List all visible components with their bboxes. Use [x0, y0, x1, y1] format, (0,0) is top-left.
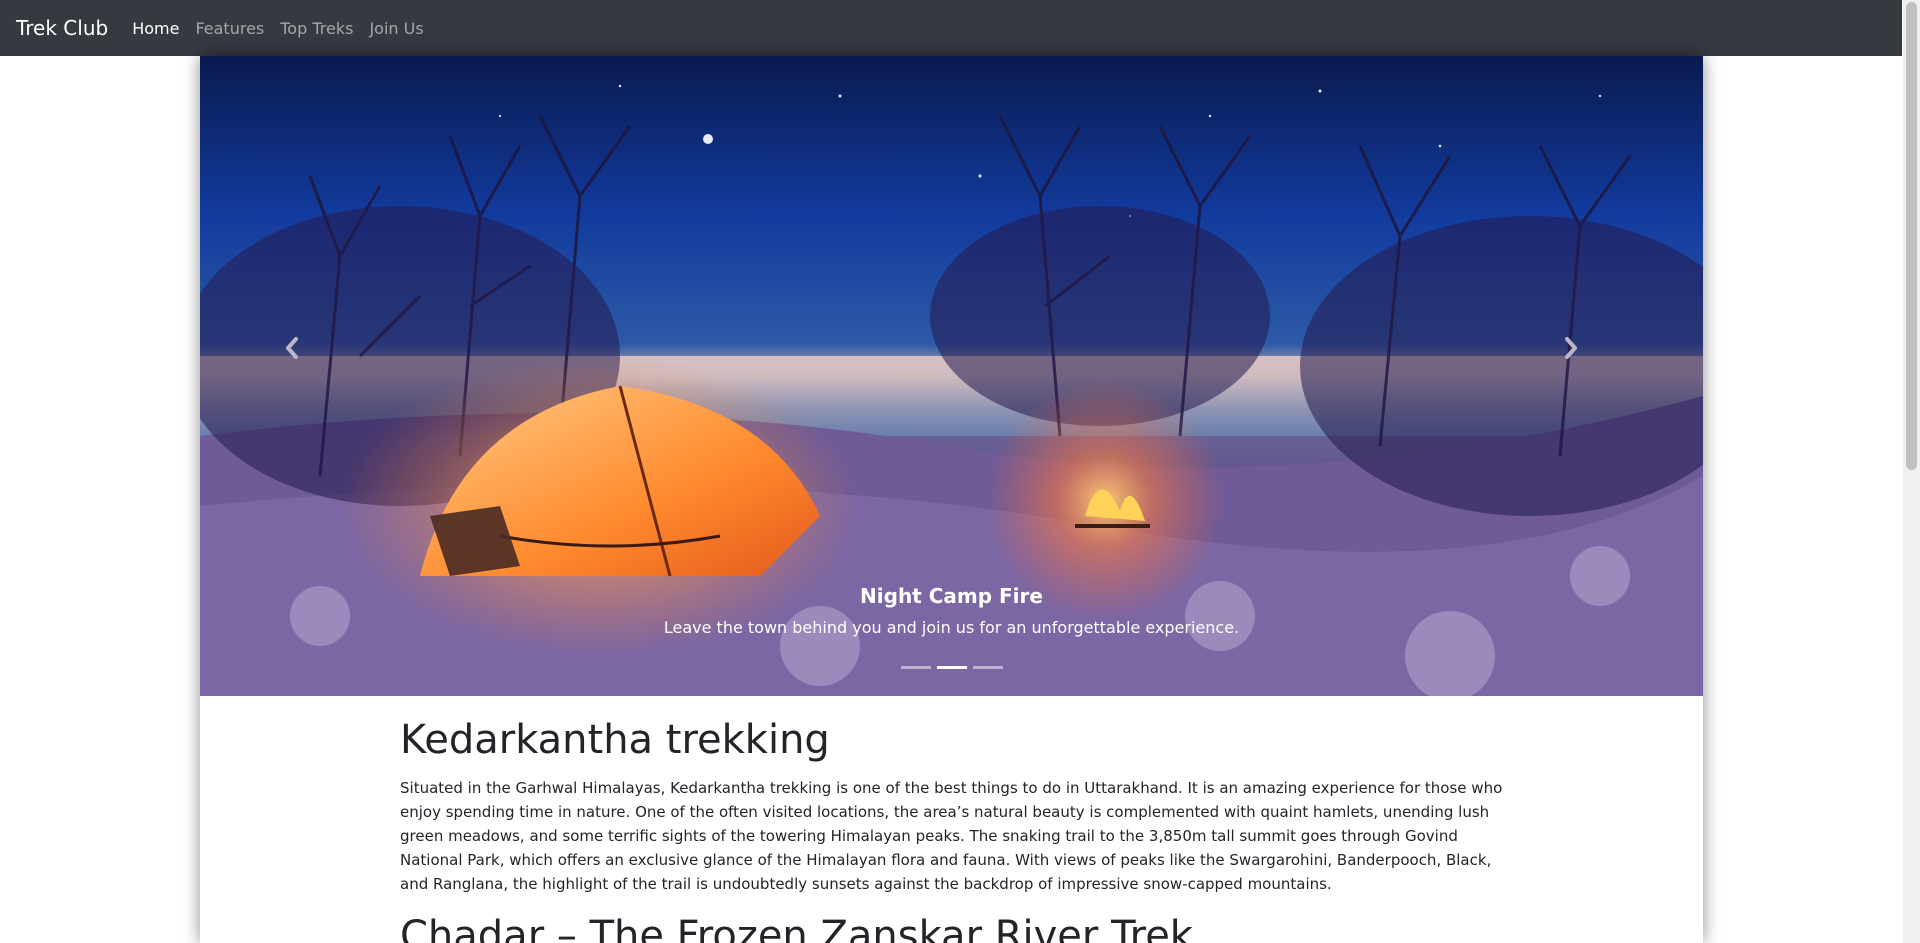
trek-description-kedarkantha: Situated in the Garhwal Himalayas, Kedar… — [400, 779, 1503, 893]
trek-heading-chadar: Chadar – The Frozen Zanskar River Trek — [400, 913, 1193, 943]
nav-link-join-us[interactable]: Join Us — [369, 19, 423, 38]
navbar: Trek Club Home Features Top Treks Join U… — [0, 0, 1902, 56]
brand-link[interactable]: Trek Club — [16, 16, 108, 40]
nav-link-features[interactable]: Features — [195, 19, 264, 38]
nav-link-top-treks[interactable]: Top Treks — [280, 19, 353, 38]
scrollbar-thumb[interactable] — [1906, 2, 1917, 470]
carousel-indicator-3[interactable] — [972, 666, 1003, 669]
trek-heading-kedarkantha: Kedarkantha trekking — [400, 717, 830, 763]
carousel-indicator-2[interactable] — [936, 666, 967, 669]
carousel-caption-title: Night Camp Fire — [860, 584, 1043, 608]
carousel-caption: Night Camp Fire Leave the town behind yo… — [200, 584, 1703, 637]
content-section: Kedarkantha trekking Situated in the Gar… — [400, 716, 1503, 943]
nav-link-home[interactable]: Home — [132, 19, 179, 38]
carousel-caption-text: Leave the town behind you and join us fo… — [663, 618, 1240, 637]
main-container: Night Camp Fire Leave the town behind yo… — [200, 56, 1703, 943]
carousel-indicators — [200, 666, 1703, 669]
page-scrollbar[interactable] — [1903, 0, 1920, 943]
carousel-indicator-1[interactable] — [900, 666, 931, 669]
carousel: Night Camp Fire Leave the town behind yo… — [200, 56, 1703, 696]
carousel-next-button[interactable] — [1561, 336, 1621, 416]
carousel-prev-button[interactable] — [282, 336, 342, 416]
